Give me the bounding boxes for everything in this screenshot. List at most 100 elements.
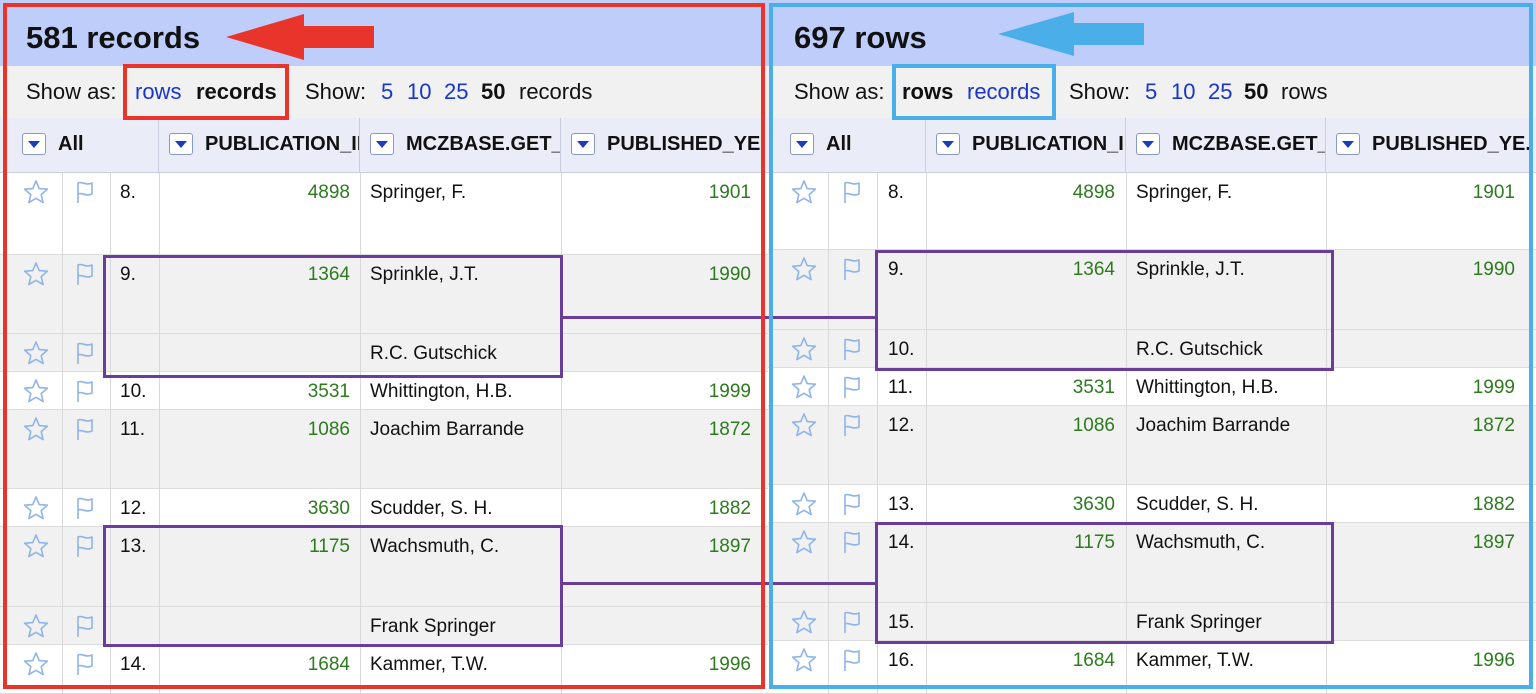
- author-cell: Kammer, T.W.: [370, 654, 488, 675]
- flag-icon[interactable]: [72, 651, 98, 677]
- published-year-cell: 1872: [708, 419, 751, 440]
- column-mczbase[interactable]: MCZBASE.GET_: [360, 118, 561, 172]
- publication-id-cell: 1684: [307, 654, 350, 675]
- column-all[interactable]: All: [0, 118, 159, 172]
- column-publication-id[interactable]: PUBLICATION_II: [159, 118, 360, 172]
- table-row: 12. 1086 Joachim Barrande 1872: [768, 406, 1536, 485]
- flag-icon[interactable]: [72, 378, 98, 404]
- star-icon[interactable]: [23, 416, 49, 442]
- flag-icon[interactable]: [72, 179, 98, 205]
- page-unit-label: rows: [1281, 79, 1328, 104]
- row-index: 12.: [120, 498, 147, 519]
- column-mczbase[interactable]: MCZBASE.GET_: [1126, 118, 1326, 172]
- row-index: 12.: [888, 415, 915, 436]
- column-published-year[interactable]: PUBLISHED_YE.: [561, 118, 768, 172]
- column-published-year-label: PUBLISHED_YE.: [1372, 133, 1531, 155]
- show-as-records-selected[interactable]: records: [196, 79, 277, 105]
- star-icon[interactable]: [791, 179, 817, 205]
- split-rows-highlight: [875, 250, 1334, 371]
- star-icon[interactable]: [23, 533, 49, 559]
- show-as-rows-link[interactable]: rows: [135, 79, 181, 105]
- star-icon[interactable]: [23, 613, 49, 639]
- left-arrow-icon: [226, 14, 374, 60]
- page-size-10[interactable]: 10: [1171, 79, 1195, 105]
- flag-icon[interactable]: [839, 609, 865, 635]
- publication-id-cell: 3630: [307, 498, 350, 519]
- flag-icon[interactable]: [72, 495, 98, 521]
- star-icon[interactable]: [23, 495, 49, 521]
- chevron-down-icon[interactable]: [1136, 133, 1160, 155]
- row-count-title: 697 rows: [794, 20, 927, 55]
- star-icon[interactable]: [23, 651, 49, 677]
- show-as-label: Show as:: [794, 79, 885, 104]
- star-icon[interactable]: [791, 647, 817, 673]
- page-size-50-selected[interactable]: 50: [1244, 79, 1268, 105]
- star-icon[interactable]: [23, 261, 49, 287]
- star-icon[interactable]: [23, 340, 49, 366]
- publication-id-cell: 1684: [1072, 650, 1115, 671]
- column-published-year[interactable]: PUBLISHED_YE.: [1326, 118, 1536, 172]
- row-index: 14.: [120, 654, 147, 675]
- show-label: Show:: [305, 79, 367, 104]
- publication-id-cell: 4898: [1072, 182, 1115, 203]
- flag-icon[interactable]: [839, 647, 865, 673]
- page-size-25[interactable]: 25: [444, 79, 468, 105]
- grouped-record-highlight: [103, 255, 563, 378]
- flag-icon[interactable]: [839, 529, 865, 555]
- flag-icon[interactable]: [839, 179, 865, 205]
- column-all-label: All: [58, 133, 84, 155]
- star-icon[interactable]: [791, 374, 817, 400]
- page-size-50-selected[interactable]: 50: [481, 79, 505, 105]
- show-as-records-link[interactable]: records: [967, 79, 1040, 105]
- column-published-year-label: PUBLISHED_YE.: [607, 133, 766, 155]
- chevron-down-icon[interactable]: [22, 133, 46, 155]
- chevron-down-icon[interactable]: [1336, 133, 1360, 155]
- star-icon[interactable]: [23, 378, 49, 404]
- flag-icon[interactable]: [839, 374, 865, 400]
- flag-icon[interactable]: [72, 533, 98, 559]
- flag-icon[interactable]: [839, 336, 865, 362]
- page-size-25[interactable]: 25: [1208, 79, 1232, 105]
- star-icon[interactable]: [23, 179, 49, 205]
- published-year-cell: 1999: [1472, 377, 1515, 398]
- star-icon[interactable]: [791, 412, 817, 438]
- show-as-rows-selected[interactable]: rows: [902, 79, 953, 105]
- connector-line: [562, 316, 877, 319]
- published-year-cell: 1901: [708, 182, 751, 203]
- flag-icon[interactable]: [72, 416, 98, 442]
- author-cell: Whittington, H.B.: [370, 381, 513, 402]
- row-index: 11.: [120, 419, 146, 440]
- author-cell: Scudder, S. H.: [1136, 494, 1259, 515]
- column-header-row: All PUBLICATION_II MCZBASE.GET_ PUBLISHE…: [0, 118, 768, 173]
- flag-icon[interactable]: [72, 340, 98, 366]
- page-size-10[interactable]: 10: [407, 79, 431, 105]
- star-icon[interactable]: [791, 529, 817, 555]
- chevron-down-icon[interactable]: [169, 133, 193, 155]
- chevron-down-icon[interactable]: [370, 133, 394, 155]
- page-size-5[interactable]: 5: [381, 79, 393, 105]
- table-row: 13. 3630 Scudder, S. H. 1882: [768, 485, 1536, 523]
- connector-line: [562, 582, 877, 585]
- star-icon[interactable]: [791, 336, 817, 362]
- star-icon[interactable]: [791, 609, 817, 635]
- chevron-down-icon[interactable]: [571, 133, 595, 155]
- table-row: 12. 3630 Scudder, S. H. 1882: [0, 489, 768, 527]
- column-all-label: All: [826, 133, 852, 155]
- published-year-cell: 1996: [708, 654, 751, 675]
- flag-icon[interactable]: [72, 613, 98, 639]
- published-year-cell: 1996: [1472, 650, 1515, 671]
- column-publication-id[interactable]: PUBLICATION_II: [926, 118, 1126, 172]
- page-size-5[interactable]: 5: [1145, 79, 1157, 105]
- flag-icon[interactable]: [839, 412, 865, 438]
- flag-icon[interactable]: [839, 491, 865, 517]
- author-cell: Springer, F.: [370, 182, 467, 203]
- chevron-down-icon[interactable]: [936, 133, 960, 155]
- star-icon[interactable]: [791, 256, 817, 282]
- chevron-down-icon[interactable]: [790, 133, 814, 155]
- flag-icon[interactable]: [72, 261, 98, 287]
- flag-icon[interactable]: [839, 256, 865, 282]
- column-all[interactable]: All: [768, 118, 926, 172]
- star-icon[interactable]: [791, 491, 817, 517]
- author-cell: Whittington, H.B.: [1136, 377, 1279, 398]
- table-row: 11. 1086 Joachim Barrande 1872: [0, 410, 768, 489]
